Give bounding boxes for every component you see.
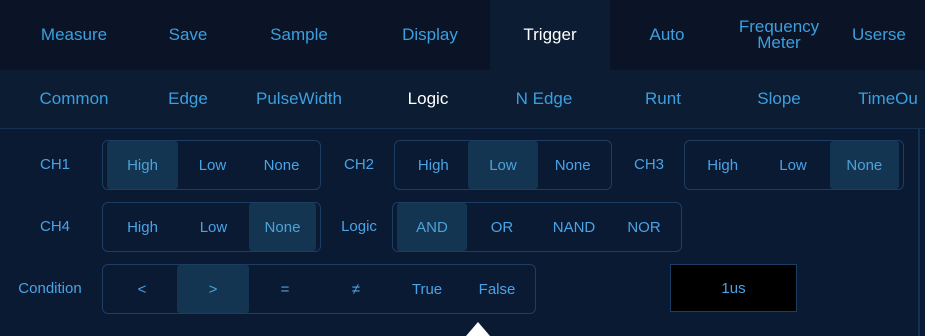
logic-operator-group: AND OR NAND NOR [392, 202, 682, 252]
ch2-high-option[interactable]: High [399, 141, 468, 189]
time-value-field[interactable]: 1us [670, 264, 797, 312]
subtab-runt[interactable]: Runt [602, 70, 724, 128]
logic-label: Logic [341, 217, 377, 235]
ch2-low-option[interactable]: Low [467, 141, 539, 189]
tab-trigger[interactable]: Trigger [490, 0, 610, 70]
ch2-none-option[interactable]: None [538, 141, 607, 189]
condition-equal-option[interactable]: = [249, 265, 321, 313]
ch4-level-group: High Low None [102, 202, 321, 252]
ch3-low-option[interactable]: Low [756, 141, 829, 189]
condition-label: Condition [18, 279, 82, 297]
collapse-caret-icon[interactable] [466, 322, 490, 336]
logic-nand-option[interactable]: NAND [537, 203, 611, 251]
ch1-high-option[interactable]: High [107, 141, 178, 189]
top-menu-bar: Measure Save Sample Display Trigger Auto… [0, 0, 925, 70]
panel-divider [918, 128, 920, 336]
subtab-logic[interactable]: Logic [370, 70, 486, 128]
ch3-label: CH3 [633, 155, 664, 173]
subtab-common[interactable]: Common [0, 70, 148, 128]
ch4-none-option[interactable]: None [248, 203, 316, 251]
subtab-pulsewidth[interactable]: PulseWidth [228, 70, 370, 128]
subtab-edge[interactable]: Edge [148, 70, 228, 128]
ch4-high-option[interactable]: High [107, 203, 178, 251]
subtab-slope[interactable]: Slope [724, 70, 834, 128]
tab-userset[interactable]: Userse [834, 0, 925, 70]
condition-false-option[interactable]: False [463, 265, 531, 313]
ch2-level-group: High Low None [394, 140, 612, 190]
tab-display[interactable]: Display [370, 0, 490, 70]
ch4-low-option[interactable]: Low [178, 203, 249, 251]
tab-sample[interactable]: Sample [228, 0, 370, 70]
ch4-label: CH4 [39, 217, 70, 235]
tab-frequency-meter[interactable]: Frequency Meter [724, 0, 834, 70]
tab-save[interactable]: Save [148, 0, 228, 70]
subtab-timeout[interactable]: TimeOu [834, 70, 925, 128]
ch1-low-option[interactable]: Low [178, 141, 247, 189]
ch3-level-group: High Low None [684, 140, 904, 190]
condition-less-than-option[interactable]: < [107, 265, 177, 313]
condition-not-equal-option[interactable]: ≠ [321, 265, 391, 313]
condition-greater-than-option[interactable]: > [177, 265, 249, 313]
ch3-none-option[interactable]: None [829, 141, 899, 189]
condition-true-option[interactable]: True [391, 265, 463, 313]
condition-group: < > = ≠ True False [102, 264, 536, 314]
logic-or-option[interactable]: OR [467, 203, 537, 251]
ch2-label: CH2 [343, 155, 374, 173]
logic-and-option[interactable]: AND [397, 203, 467, 251]
ch1-none-option[interactable]: None [247, 141, 316, 189]
ch3-high-option[interactable]: High [689, 141, 756, 189]
tab-measure[interactable]: Measure [0, 0, 148, 70]
ch1-label: CH1 [39, 155, 70, 173]
logic-nor-option[interactable]: NOR [611, 203, 677, 251]
tab-auto[interactable]: Auto [610, 0, 724, 70]
subtab-n-edge[interactable]: N Edge [486, 70, 602, 128]
trigger-type-bar: Common Edge PulseWidth Logic N Edge Runt… [0, 70, 925, 128]
ch1-level-group: High Low None [102, 140, 321, 190]
